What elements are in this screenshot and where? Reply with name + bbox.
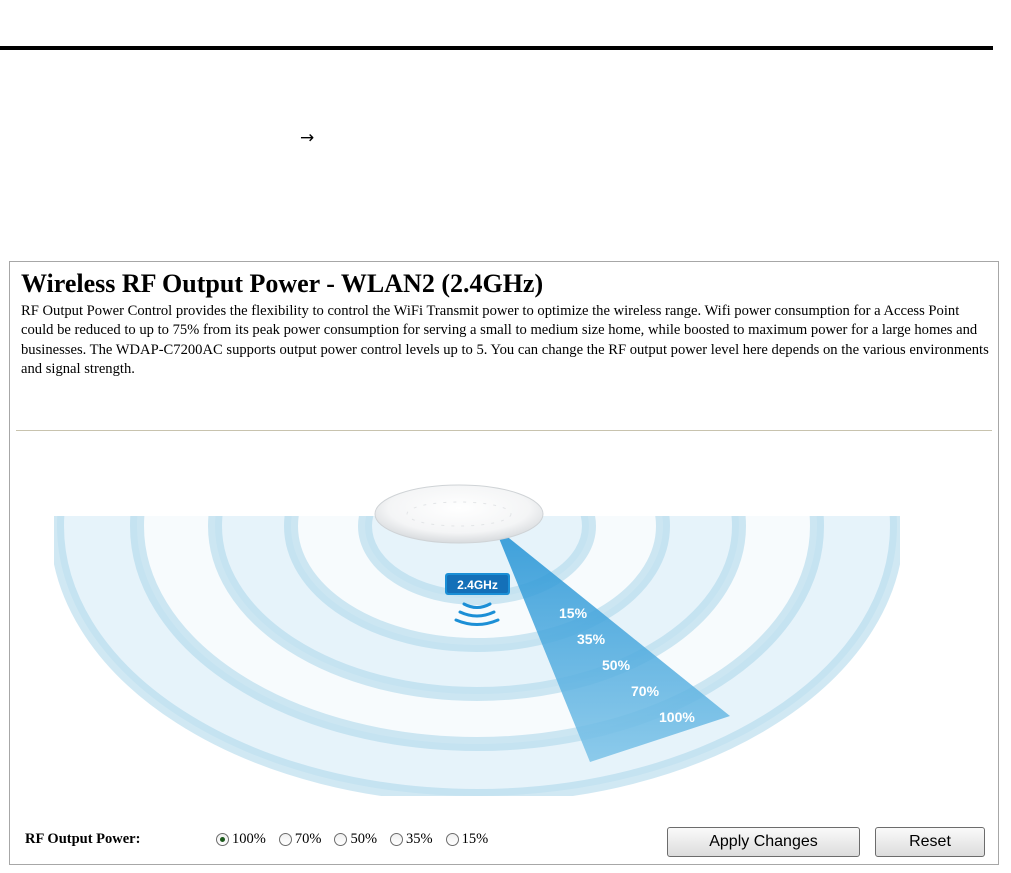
- page-title: Wireless RF Output Power - WLAN2 (2.4GHz…: [21, 269, 544, 298]
- page-description: RF Output Power Control provides the fle…: [21, 303, 989, 378]
- radio-button[interactable]: [278, 832, 292, 846]
- top-divider: [0, 46, 993, 50]
- reset-button[interactable]: Reset: [875, 827, 985, 857]
- radio-label: 15%: [461, 831, 489, 847]
- rf-power-option[interactable]: 100%: [216, 830, 266, 848]
- power-level-label: 100%: [659, 709, 695, 725]
- radio-label: 100%: [232, 831, 266, 847]
- access-point-device: [374, 484, 544, 544]
- rf-power-form: RF Output Power: 100% 70% 50% 35% 15% Apply …: [10, 800, 998, 866]
- breadcrumb-arrow-icon: →: [300, 128, 315, 148]
- band-badge-label: 2.4GHz: [457, 578, 498, 592]
- radio-label: 50%: [350, 831, 378, 847]
- rf-power-option[interactable]: 70%: [278, 830, 322, 848]
- power-level-label: 70%: [631, 683, 660, 699]
- power-level-label: 15%: [559, 605, 588, 621]
- radio-button[interactable]: [390, 832, 404, 846]
- rf-power-option[interactable]: 50%: [334, 830, 377, 848]
- rf-power-options: 100% 70% 50% 35% 15%: [216, 829, 501, 849]
- section-divider: [16, 430, 992, 431]
- power-level-label: 50%: [602, 657, 631, 673]
- radio-button[interactable]: [216, 832, 229, 846]
- power-level-label: 35%: [577, 631, 606, 647]
- rf-power-option[interactable]: 35%: [390, 830, 433, 848]
- apply-changes-button[interactable]: Apply Changes: [667, 827, 860, 857]
- rf-power-panel: Wireless RF Output Power - WLAN2 (2.4GHz…: [9, 261, 999, 865]
- rf-output-power-label: RF Output Power:: [25, 831, 141, 847]
- rf-power-option[interactable]: 15%: [445, 830, 489, 848]
- radio-label: 70%: [294, 831, 322, 847]
- radio-button[interactable]: [334, 832, 348, 846]
- band-badge: 2.4GHz: [445, 573, 510, 595]
- radio-button[interactable]: [445, 832, 459, 846]
- rf-coverage-illustration: 2.4GHz 15% 35% 50%70% 100%: [54, 484, 900, 796]
- radio-label: 35%: [406, 831, 433, 847]
